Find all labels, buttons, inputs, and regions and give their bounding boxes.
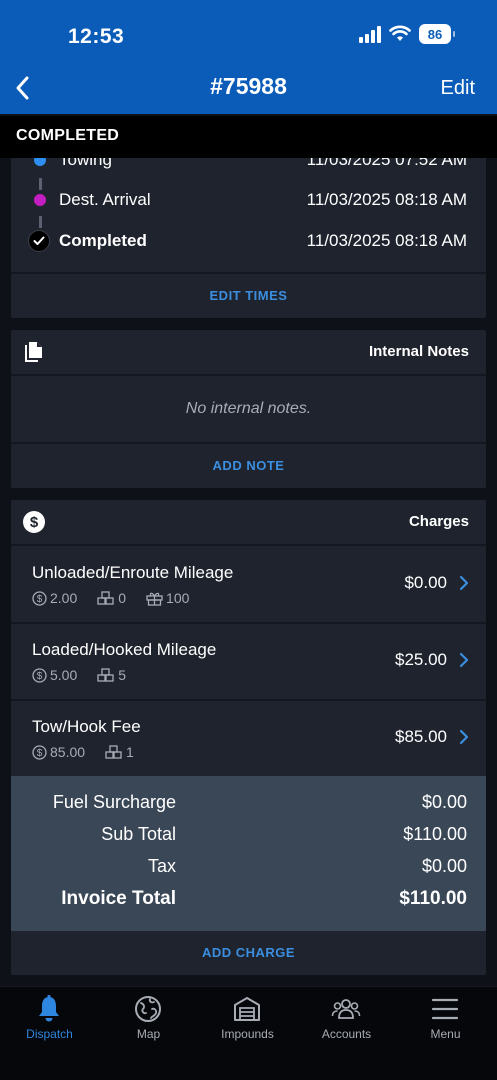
app-header: 12:53 86 #75988 Edit (0, 0, 497, 114)
subtotal-value: $110.00 (403, 824, 467, 844)
tax-label: Tax (147, 856, 176, 876)
charge-row[interactable]: Tow/Hook Fee $ 85.00 1 $85.00 (11, 700, 486, 776)
timeline-row-towing: Towing 11/03/2025 07:52 AM (11, 158, 486, 175)
charge-name: Unloaded/Enroute Mileage (32, 563, 234, 582)
quantity-boxes-icon (97, 590, 114, 605)
empty-notes-message: No internal notes. (185, 400, 312, 417)
card-title: Internal Notes (368, 343, 469, 360)
timeline-time: 11/03/2025 08:18 AM (306, 190, 467, 209)
status-dot-icon (34, 194, 46, 206)
subtotal-label: Sub Total (101, 824, 176, 844)
gift-icon (146, 592, 163, 606)
fuel-surcharge-label: Fuel Surcharge (52, 792, 176, 812)
timeline-row-completed: Completed 11/03/2025 08:18 AM (11, 226, 486, 256)
totals-panel: Fuel Surcharge $0.00 Sub Total $110.00 T… (11, 776, 486, 931)
tab-label: Accounts (321, 1027, 372, 1041)
charges-header: $ Charges (11, 500, 486, 544)
status-icons: 86 (359, 24, 455, 44)
charge-rate: 85.00 (50, 744, 86, 760)
chevron-right-icon (459, 652, 469, 668)
charge-rate: 2.00 (50, 590, 78, 606)
charges-card: $ Charges Unloaded/Enroute Mileage $ 2.0… (11, 500, 486, 975)
tab-label: Map (136, 1027, 161, 1041)
bottom-tab-bar: Dispatch Map Impounds Accounts Menu (0, 986, 497, 1080)
timeline-label: Completed (59, 231, 147, 250)
wifi-icon (389, 25, 411, 41)
rate-dollar-icon: $ (32, 590, 47, 606)
charge-amount: $85.00 (395, 727, 447, 746)
charge-row[interactable]: Loaded/Hooked Mileage $ 5.00 5 $25.00 (11, 623, 486, 699)
job-number-title: #75988 (210, 73, 287, 99)
svg-text:$: $ (37, 748, 43, 759)
rate-dollar-icon: $ (32, 744, 47, 760)
divider (11, 374, 486, 376)
globe-icon (135, 996, 161, 1022)
menu-icon (431, 998, 459, 1020)
internal-notes-card: Internal Notes No internal notes. ADD NO… (11, 330, 486, 488)
charge-name: Tow/Hook Fee (32, 717, 141, 736)
fuel-surcharge-row: Fuel Surcharge $0.00 (11, 792, 486, 822)
add-charge-button[interactable]: ADD CHARGE (11, 931, 486, 975)
fuel-surcharge-value: $0.00 (421, 792, 467, 812)
rate-dollar-icon: $ (32, 667, 47, 683)
dollar-circle-icon: $ (23, 511, 45, 533)
svg-text:$: $ (30, 514, 39, 531)
status-banner: COMPLETED (0, 116, 497, 158)
timeline-card: Towing 11/03/2025 07:52 AM Dest. Arrival… (11, 158, 486, 318)
tax-value: $0.00 (421, 856, 467, 876)
cellular-signal-icon (359, 25, 381, 43)
charge-meta: $ 5.00 5 (32, 667, 126, 683)
users-icon (331, 999, 361, 1019)
invoice-total-row: Invoice Total $110.00 (11, 888, 486, 918)
tax-row: Tax $0.00 (11, 856, 486, 886)
charge-meta: $ 85.00 1 (32, 744, 134, 760)
charge-quantity: 0 (118, 590, 127, 606)
battery-icon: 86 (419, 24, 455, 44)
timeline-row-dest-arrival: Dest. Arrival 11/03/2025 08:18 AM (11, 185, 486, 215)
tab-label: Menu (430, 1027, 461, 1041)
quantity-boxes-icon (97, 667, 114, 682)
timeline-label: Dest. Arrival (59, 190, 151, 209)
battery-level: 86 (427, 26, 443, 42)
charge-row[interactable]: Unloaded/Enroute Mileage $ 2.00 0 100 $0… (11, 546, 486, 622)
check-circle-icon (28, 230, 50, 252)
chevron-right-icon (459, 729, 469, 745)
charge-meta: $ 2.00 0 100 (32, 590, 189, 606)
charge-quantity: 5 (118, 667, 127, 683)
bell-icon (39, 995, 59, 1022)
job-detail-scroll[interactable]: Towing 11/03/2025 07:52 AM Dest. Arrival… (0, 158, 497, 986)
documents-icon (25, 342, 42, 362)
status-dot-icon (34, 158, 46, 166)
charge-rate: 5.00 (50, 667, 78, 683)
chevron-right-icon (459, 575, 469, 591)
timeline-time: 11/03/2025 07:52 AM (306, 158, 467, 169)
charge-free-quantity: 100 (166, 590, 190, 606)
tab-accounts[interactable]: Accounts (297, 987, 396, 1057)
garage-icon (234, 997, 260, 1021)
charge-quantity: 1 (126, 744, 134, 760)
card-title: Charges (408, 513, 469, 530)
add-note-button[interactable]: ADD NOTE (11, 444, 486, 488)
tab-label: Dispatch (26, 1027, 73, 1041)
tab-menu[interactable]: Menu (396, 987, 495, 1057)
charge-amount: $0.00 (404, 573, 447, 592)
tab-dispatch[interactable]: Dispatch (0, 987, 99, 1057)
invoice-total-value: $110.00 (399, 888, 467, 909)
tab-impounds[interactable]: Impounds (198, 987, 297, 1057)
edit-times-button[interactable]: EDIT TIMES (11, 274, 486, 318)
internal-notes-header: Internal Notes (11, 330, 486, 374)
status-time: 12:53 (68, 25, 125, 48)
charge-amount: $25.00 (395, 650, 447, 669)
svg-text:$: $ (37, 671, 43, 682)
invoice-total-label: Invoice Total (61, 888, 176, 909)
edit-button[interactable]: Edit (441, 77, 475, 100)
timeline-label: Towing (59, 158, 112, 169)
charge-name: Loaded/Hooked Mileage (32, 640, 217, 659)
quantity-boxes-icon (105, 744, 122, 759)
tab-map[interactable]: Map (99, 987, 198, 1057)
subtotal-row: Sub Total $110.00 (11, 824, 486, 854)
timeline-time: 11/03/2025 08:18 AM (306, 231, 467, 250)
tab-label: Impounds (221, 1027, 274, 1041)
svg-text:$: $ (37, 594, 43, 605)
